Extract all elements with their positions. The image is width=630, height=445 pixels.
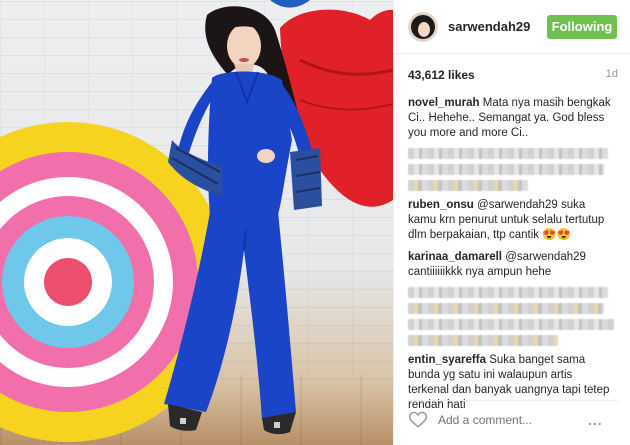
post-sidebar: sarwendah29 Following 43,612 likes 1d no…: [393, 0, 630, 445]
blurred-comment: [408, 287, 616, 346]
comment-mention[interactable]: @sarwendah29: [505, 251, 586, 263]
comment-username[interactable]: ruben_onsu: [408, 199, 474, 211]
comment: entin_syareffa Suka banget sama bunda yg…: [408, 353, 616, 413]
blurred-comment: [408, 148, 616, 191]
add-comment-row: ...: [408, 408, 618, 432]
comment-mention[interactable]: @sarwendah29: [477, 199, 558, 211]
avatar[interactable]: [408, 11, 438, 42]
comment-username[interactable]: karinaa_damarell: [408, 251, 502, 263]
comment-text: cantiiiiiikkk nya ampun hehe: [408, 266, 552, 278]
heart-icon[interactable]: [408, 410, 428, 430]
comment: novel_murah Mata nya masih bengkak Ci.. …: [408, 96, 616, 141]
comment: ruben_onsu @sarwendah29 suka kamu krn pe…: [408, 198, 616, 243]
post-time[interactable]: 1d: [606, 68, 618, 82]
comment: karinaa_damarell @sarwendah29 cantiiiiii…: [408, 250, 616, 280]
username-link[interactable]: sarwendah29: [448, 19, 547, 34]
comments-list: novel_murah Mata nya masih bengkak Ci.. …: [408, 96, 616, 420]
following-button[interactable]: Following: [547, 14, 617, 39]
photo-illustration: [0, 0, 393, 442]
divider: [408, 400, 618, 401]
add-comment-input[interactable]: [438, 413, 588, 427]
post-photo[interactable]: [0, 0, 393, 445]
post-header: sarwendah29 Following: [394, 0, 630, 54]
comment-username[interactable]: novel_murah: [408, 97, 480, 109]
comment-username[interactable]: entin_syareffa: [408, 354, 486, 366]
more-options-button[interactable]: ...: [588, 412, 603, 428]
likes-row: 43,612 likes 1d: [408, 68, 618, 82]
likes-count[interactable]: 43,612 likes: [408, 68, 475, 82]
